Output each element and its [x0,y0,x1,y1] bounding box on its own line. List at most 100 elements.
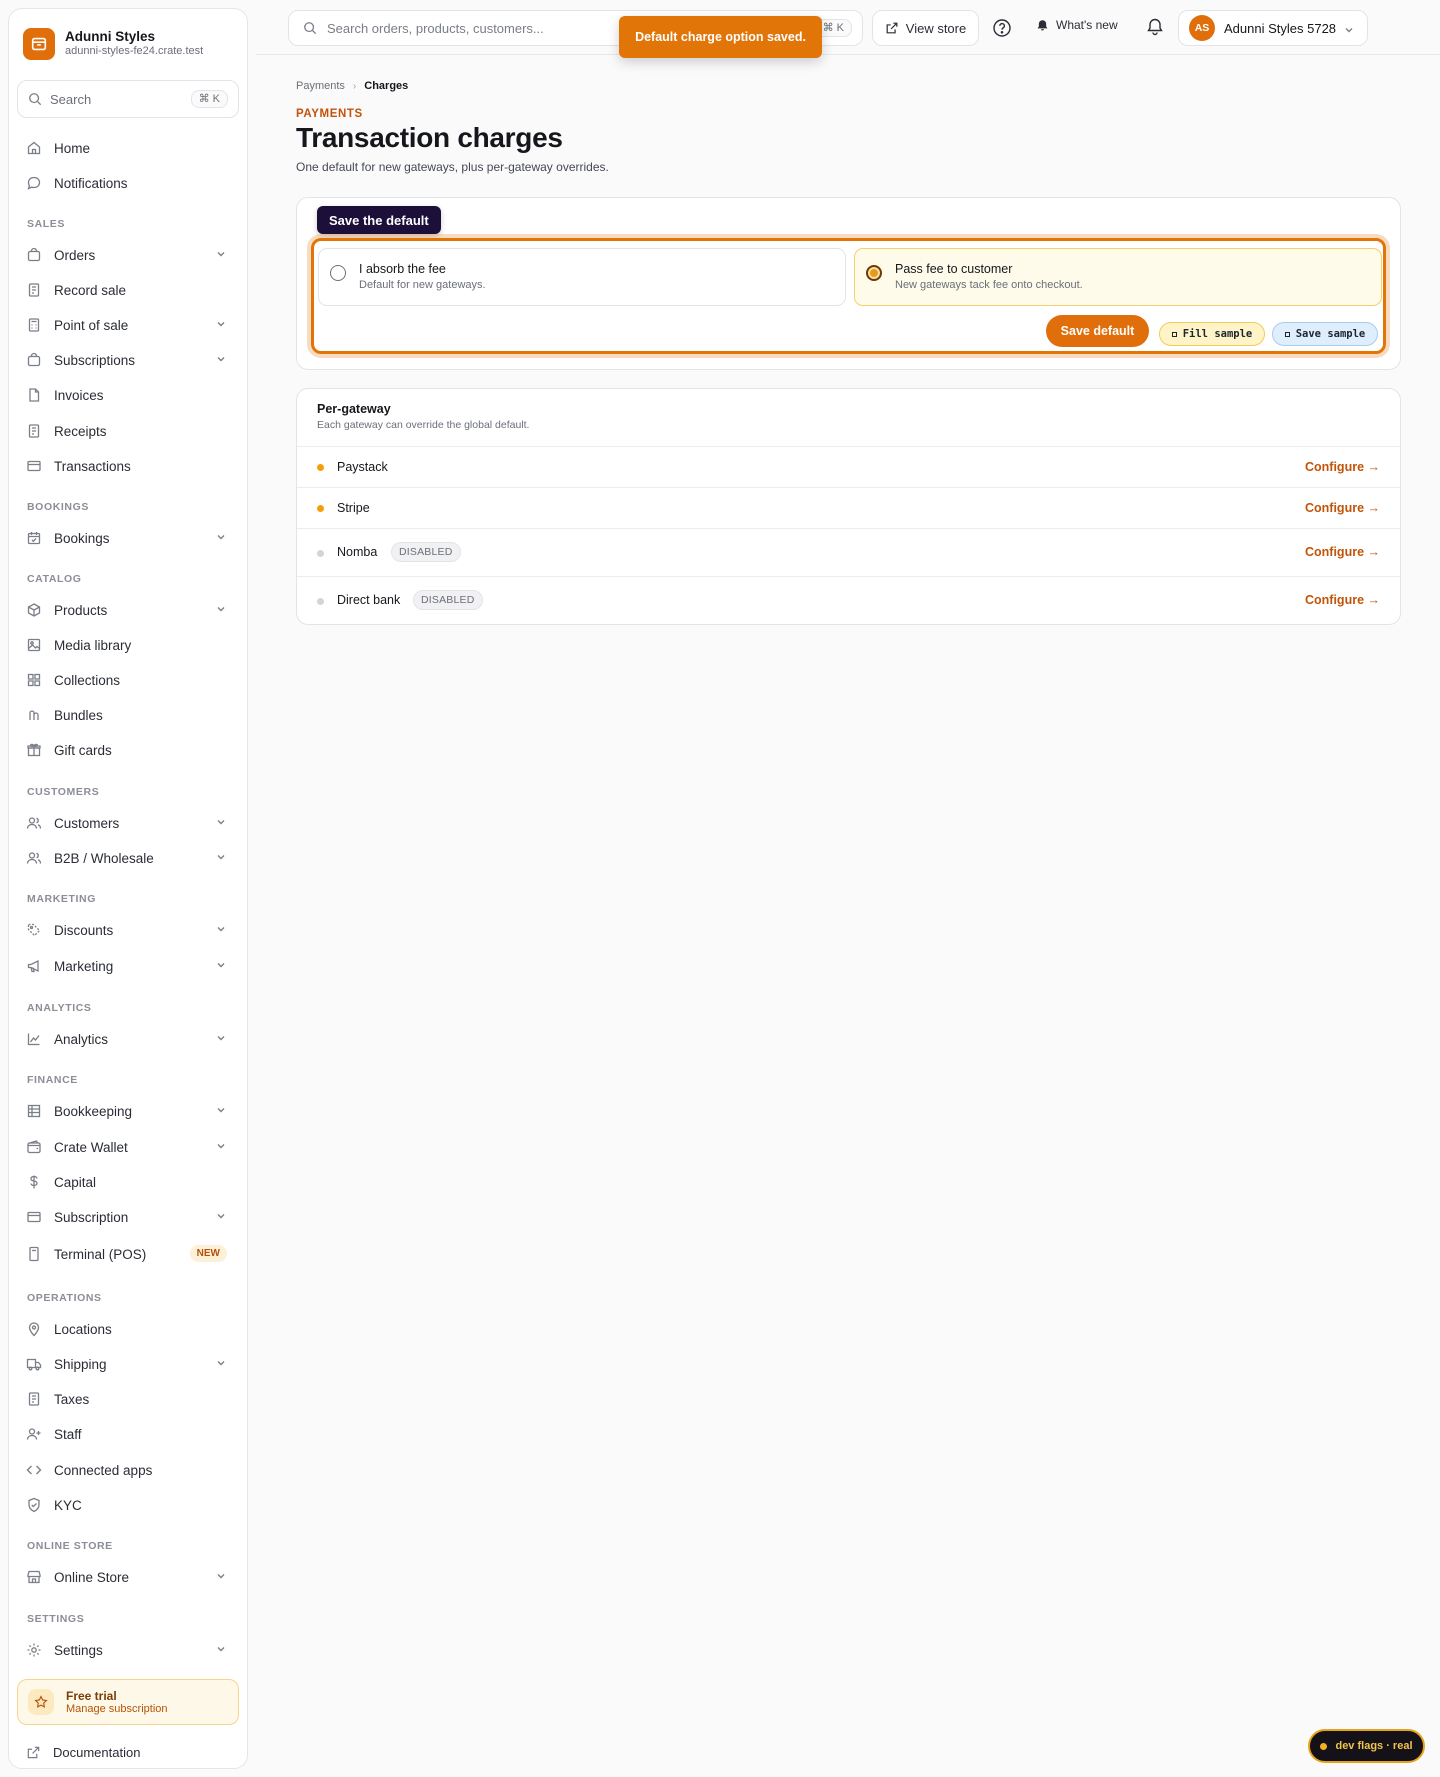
sidebar-item-products[interactable]: Products [17,595,239,625]
user-plus-icon [26,1428,41,1440]
fill-sample-label: Fill sample [1182,328,1253,340]
sidebar-item-settings[interactable]: Settings [17,1635,239,1665]
highlighted-region: I absorb the fee Default for new gateway… [311,238,1386,354]
sidebar-item-crate-wallet[interactable]: Crate Wallet [17,1132,239,1162]
bundle-icon [29,710,39,720]
sidebar-item-receipts[interactable]: Receipts [17,416,239,446]
sidebar-item-subscription[interactable]: Subscription [17,1202,239,1232]
configure-gateway-link[interactable]: Configure → [1305,593,1380,607]
free-trial-card[interactable]: Free trial Manage subscription [17,1679,239,1725]
chevron-right-icon: › [352,80,357,92]
sidebar-item-label: Gift cards [54,742,112,758]
section-sales: SALES [27,218,66,230]
whats-new-label: What's new [1056,18,1118,32]
option-subtitle: New gateways tack fee onto checkout. [895,279,1083,291]
dev-flags-badge[interactable]: dev flags · real [1308,1729,1425,1763]
account-menu[interactable]: AS Adunni Styles 5728 [1178,10,1368,46]
sidebar-item-home[interactable]: Home [17,133,239,163]
sidebar-item-collections[interactable]: Collections [17,665,239,695]
section-operations: OPERATIONS [27,1292,102,1304]
bag-icon [27,352,41,367]
configure-gateway-link[interactable]: Configure → [1305,545,1380,559]
truck-icon [26,1358,42,1371]
image-icon [27,638,41,652]
radio-absorb-fee[interactable] [330,265,346,281]
breadcrumb: Payments › Charges [296,80,408,92]
sidebar-item-label: Crate Wallet [54,1139,128,1155]
sidebar-item-online-store[interactable]: Online Store [17,1562,239,1592]
save-default-button[interactable]: Save default [1046,315,1149,347]
sidebar-item-connected-apps[interactable]: Connected apps [17,1455,239,1485]
sidebar-item-media-library[interactable]: Media library [17,630,239,660]
sidebar-item-bookings[interactable]: Bookings [17,523,239,553]
sidebar-item-kyc[interactable]: KYC [17,1490,239,1520]
sidebar-search[interactable]: Search ⌘ K [17,80,239,118]
sidebar-item-label: Receipts [54,423,107,439]
option-pass-fee[interactable]: Pass fee to customer New gateways tack f… [854,248,1382,306]
sidebar-item-capital[interactable]: Capital [17,1167,239,1197]
whats-new-button[interactable]: What's new [1036,18,1118,32]
gateway-row: Direct bank DISABLED Configure → [297,576,1400,624]
page-subtitle: One default for new gateways, plus per-g… [296,160,609,174]
sidebar-item-discounts[interactable]: Discounts [17,915,239,945]
configure-gateway-link[interactable]: Configure → [1305,460,1380,474]
per-gateway-title: Per-gateway [317,402,391,416]
sidebar-item-record-sale[interactable]: Record sale [17,275,239,305]
sidebar-item-label: KYC [54,1497,82,1513]
notifications-bell-icon[interactable] [1145,17,1165,37]
help-icon[interactable] [992,18,1012,38]
fill-sample-button[interactable]: Fill sample [1159,322,1265,346]
documentation-label: Documentation [53,1744,141,1760]
sidebar-item-point-of-sale[interactable]: Point of sale [17,310,239,340]
option-absorb-fee[interactable]: I absorb the fee Default for new gateway… [318,248,846,306]
per-gateway-subtitle: Each gateway can override the global def… [317,419,530,431]
chevron-down-icon [217,535,225,540]
sidebar-item-taxes[interactable]: Taxes [17,1384,239,1414]
gift-icon [27,743,41,757]
sidebar-item-bundles[interactable]: Bundles [17,700,239,730]
sidebar-item-orders[interactable]: Orders [17,240,239,270]
disabled-badge: DISABLED [413,590,483,610]
sidebar-item-staff[interactable]: Staff [17,1419,239,1449]
square-icon [1284,331,1290,337]
sidebar-item-label: Analytics [54,1031,109,1047]
sidebar-item-notifications[interactable]: Notifications [17,168,239,198]
gateway-name: Stripe [337,500,370,515]
per-gateway-card: Per-gateway Each gateway can override th… [296,388,1401,625]
sidebar-item-subscriptions[interactable]: Subscriptions [17,345,239,375]
configure-gateway-link[interactable]: Configure → [1305,501,1380,515]
sidebar-item-transactions[interactable]: Transactions [17,451,239,481]
breadcrumb-payments[interactable]: Payments [296,80,345,92]
chevron-down-icon [217,1361,225,1366]
gateway-status-dot [317,549,324,557]
gateway-row: Paystack Configure → [297,446,1400,487]
sidebar-item-shipping[interactable]: Shipping [17,1349,239,1379]
sidebar-item-label: Record sale [54,282,127,298]
section-analytics: ANALYTICS [27,1002,92,1014]
sidebar-item-label: Orders [54,247,96,263]
sidebar-item-gift-cards[interactable]: Gift cards [17,735,239,765]
store-logo-icon [23,27,55,60]
sidebar-item-label: Transactions [54,458,131,474]
sidebar-item-label: Invoices [54,387,104,403]
sidebar-item-analytics[interactable]: Analytics [17,1024,239,1054]
sidebar-item-invoices[interactable]: Invoices [17,380,239,410]
sidebar-item-terminal-pos[interactable]: Terminal (POS) NEW [17,1239,239,1269]
sidebar-item-customers[interactable]: Customers [17,808,239,838]
view-store-button[interactable]: View store [872,10,979,46]
sidebar-item-b2b-wholesale[interactable]: B2B / Wholesale [17,843,239,873]
brand-header[interactable]: Adunni Styles adunni-styles-fe24.crate.t… [9,9,247,63]
chevron-down-icon [217,1647,225,1652]
radio-pass-fee[interactable] [866,265,882,281]
receipt-icon [28,424,40,438]
sidebar-item-locations[interactable]: Locations [17,1314,239,1344]
save-sample-button[interactable]: Save sample [1272,322,1378,346]
document-icon [29,388,40,402]
manage-subscription-link[interactable]: Manage subscription [66,1703,168,1715]
sidebar-item-marketing[interactable]: Marketing [17,951,239,981]
sidebar-item-label: Collections [54,672,121,688]
section-bookings: BOOKINGS [27,501,89,513]
sidebar-item-bookkeeping[interactable]: Bookkeeping [17,1096,239,1126]
documentation-link[interactable]: Documentation [26,1739,140,1765]
users-icon [26,852,42,864]
